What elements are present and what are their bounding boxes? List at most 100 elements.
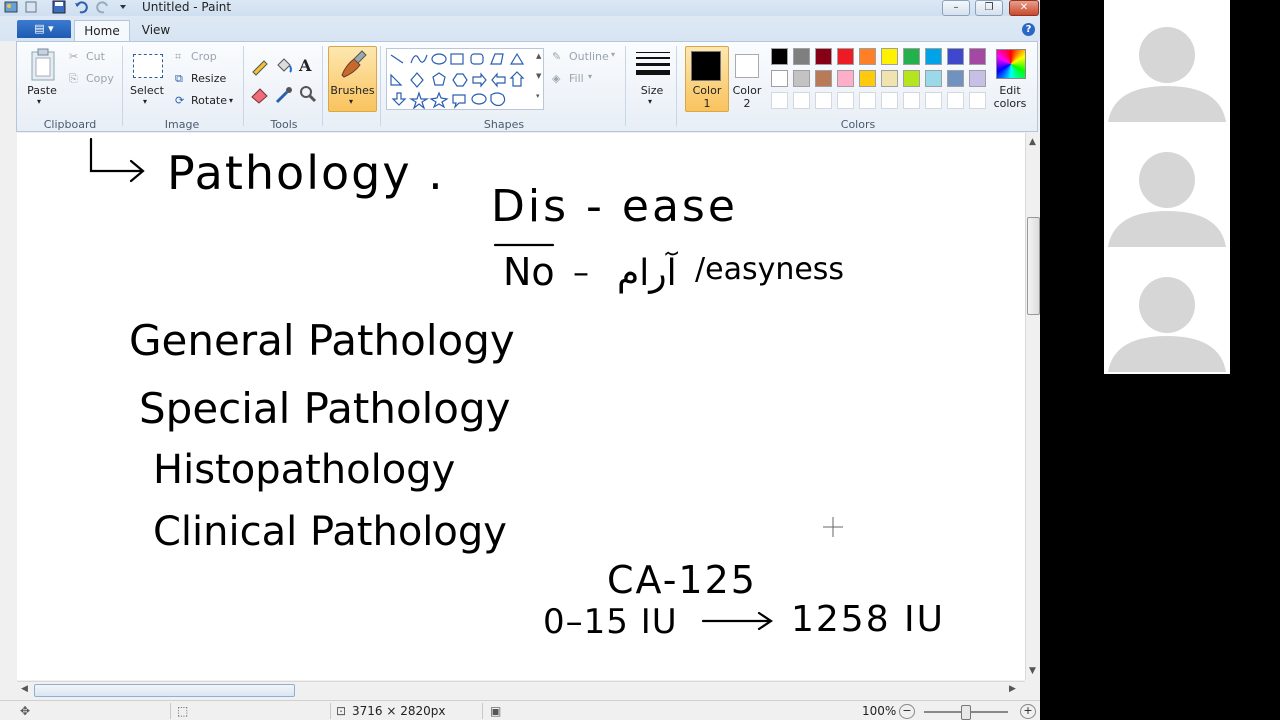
palette-swatch[interactable] — [903, 92, 920, 109]
color1-button[interactable]: Color 1 — [685, 46, 729, 112]
palette-swatch[interactable] — [815, 92, 832, 109]
palette-swatch[interactable] — [925, 70, 942, 87]
paste-button[interactable]: Paste — [24, 84, 60, 97]
palette-swatch[interactable] — [837, 48, 854, 65]
palette-swatch[interactable] — [881, 70, 898, 87]
status-divider — [330, 703, 331, 719]
color-picker-icon[interactable] — [273, 84, 295, 104]
palette-swatch[interactable] — [771, 70, 788, 87]
palette-swatch[interactable] — [947, 92, 964, 109]
group-label-shapes: Shapes — [483, 118, 525, 131]
close-button[interactable]: ✕ — [1009, 0, 1039, 16]
drawing-canvas[interactable]: Pathology . Dis - ease No – آرام /easyne… — [17, 133, 1025, 680]
palette-swatch[interactable] — [837, 92, 854, 109]
brushes-button[interactable]: Brushes ▾ — [328, 46, 377, 112]
palette-swatch[interactable] — [925, 48, 942, 65]
save-icon[interactable] — [52, 0, 66, 14]
copy-button[interactable]: Copy — [86, 72, 114, 85]
horizontal-scroll-thumb[interactable] — [34, 684, 295, 697]
size-icon[interactable] — [636, 52, 670, 75]
magnifier-icon[interactable] — [297, 84, 319, 104]
color2-label[interactable]: Color — [728, 84, 766, 97]
maximize-button[interactable]: ❐ — [975, 0, 1003, 16]
palette-swatch[interactable] — [969, 92, 986, 109]
palette-swatch[interactable] — [903, 48, 920, 65]
rotate-dropdown-icon[interactable]: ▾ — [229, 96, 233, 105]
crop-button[interactable]: Crop — [191, 50, 217, 63]
color1-number: 1 — [703, 97, 711, 110]
palette-swatch[interactable] — [859, 92, 876, 109]
palette-swatch[interactable] — [815, 70, 832, 87]
palette-swatch[interactable] — [771, 92, 788, 109]
note-no: No — [503, 250, 555, 294]
undo-icon[interactable] — [74, 0, 88, 14]
tab-home[interactable]: Home — [74, 20, 130, 42]
palette-swatch[interactable] — [837, 70, 854, 87]
size-button[interactable]: Size — [636, 84, 668, 97]
redo-icon[interactable] — [96, 0, 110, 14]
ribbon-divider — [676, 46, 677, 126]
zoom-in-button[interactable]: + — [1020, 704, 1036, 719]
minimize-button[interactable]: – — [942, 0, 970, 16]
select-button[interactable]: Select — [126, 84, 168, 97]
palette-swatch[interactable] — [881, 92, 898, 109]
palette-swatch[interactable] — [793, 92, 810, 109]
text-tool-icon[interactable]: A — [299, 56, 311, 75]
resize-button[interactable]: Resize — [191, 72, 226, 85]
horizontal-scrollbar[interactable]: ◀ ▶ — [17, 681, 1025, 698]
palette-swatch[interactable] — [925, 92, 942, 109]
cut-button[interactable]: Cut — [86, 50, 105, 63]
palette-swatch[interactable] — [793, 70, 810, 87]
ribbon-divider — [322, 46, 323, 126]
participant-tile[interactable] — [1104, 0, 1230, 124]
rotate-button[interactable]: Rotate — [191, 94, 227, 107]
scroll-left-icon[interactable]: ◀ — [21, 684, 28, 694]
eraser-icon[interactable] — [249, 84, 271, 104]
palette-swatch[interactable] — [903, 70, 920, 87]
palette-swatch[interactable] — [859, 48, 876, 65]
shapes-scroll-up-icon[interactable]: ▲ — [536, 52, 541, 60]
shapes-scroll-down-icon[interactable]: ▼ — [536, 72, 541, 80]
shapes-gallery[interactable] — [386, 48, 544, 110]
tab-view[interactable]: View — [134, 20, 178, 41]
edit-colors-icon[interactable] — [996, 49, 1026, 79]
rotate-icon: ⟳ — [175, 94, 185, 107]
select-dropdown-icon[interactable]: ▾ — [143, 97, 147, 106]
palette-swatch[interactable] — [881, 48, 898, 65]
zoom-slider-thumb[interactable] — [961, 705, 971, 720]
scroll-right-icon[interactable]: ▶ — [1009, 684, 1016, 694]
palette-swatch[interactable] — [815, 48, 832, 65]
edit-colors-button[interactable]: Edit — [988, 84, 1032, 97]
fill-bucket-icon[interactable] — [273, 56, 295, 76]
size-dropdown-icon[interactable]: ▾ — [648, 97, 652, 106]
color2-swatch[interactable] — [735, 54, 759, 78]
palette-swatch[interactable] — [969, 48, 986, 65]
customize-qat-icon[interactable] — [116, 0, 130, 14]
paste-icon[interactable] — [29, 48, 57, 82]
outline-dropdown-icon[interactable]: ▾ — [611, 50, 615, 59]
scroll-up-icon[interactable]: ▲ — [1029, 137, 1036, 147]
help-icon[interactable]: ? — [1022, 23, 1035, 36]
participant-tile[interactable] — [1104, 125, 1230, 249]
palette-swatch[interactable] — [969, 70, 986, 87]
color1-label: Color — [692, 84, 722, 97]
file-menu-button[interactable]: ▤ ▾ — [17, 20, 71, 38]
fill-dropdown-icon[interactable]: ▾ — [588, 72, 592, 81]
palette-swatch[interactable] — [947, 70, 964, 87]
zoom-out-button[interactable]: − — [899, 704, 915, 719]
paint-window: Untitled - Paint – ❐ ✕ ▤ ▾ Home View ? P… — [0, 0, 1040, 720]
scroll-down-icon[interactable]: ▼ — [1029, 666, 1036, 676]
participant-tile[interactable] — [1104, 250, 1230, 374]
outline-button[interactable]: Outline — [569, 50, 609, 63]
fill-button[interactable]: Fill — [569, 72, 584, 85]
pencil-icon[interactable] — [249, 56, 271, 76]
palette-swatch[interactable] — [859, 70, 876, 87]
select-icon[interactable] — [133, 54, 163, 78]
vertical-scroll-thumb[interactable] — [1027, 217, 1040, 315]
palette-swatch[interactable] — [793, 48, 810, 65]
palette-swatch[interactable] — [771, 48, 788, 65]
shapes-more-icon[interactable]: ▾ — [536, 92, 540, 100]
vertical-scrollbar[interactable]: ▲ ▼ — [1025, 133, 1040, 680]
palette-swatch[interactable] — [947, 48, 964, 65]
paste-dropdown-icon[interactable]: ▾ — [37, 97, 41, 106]
